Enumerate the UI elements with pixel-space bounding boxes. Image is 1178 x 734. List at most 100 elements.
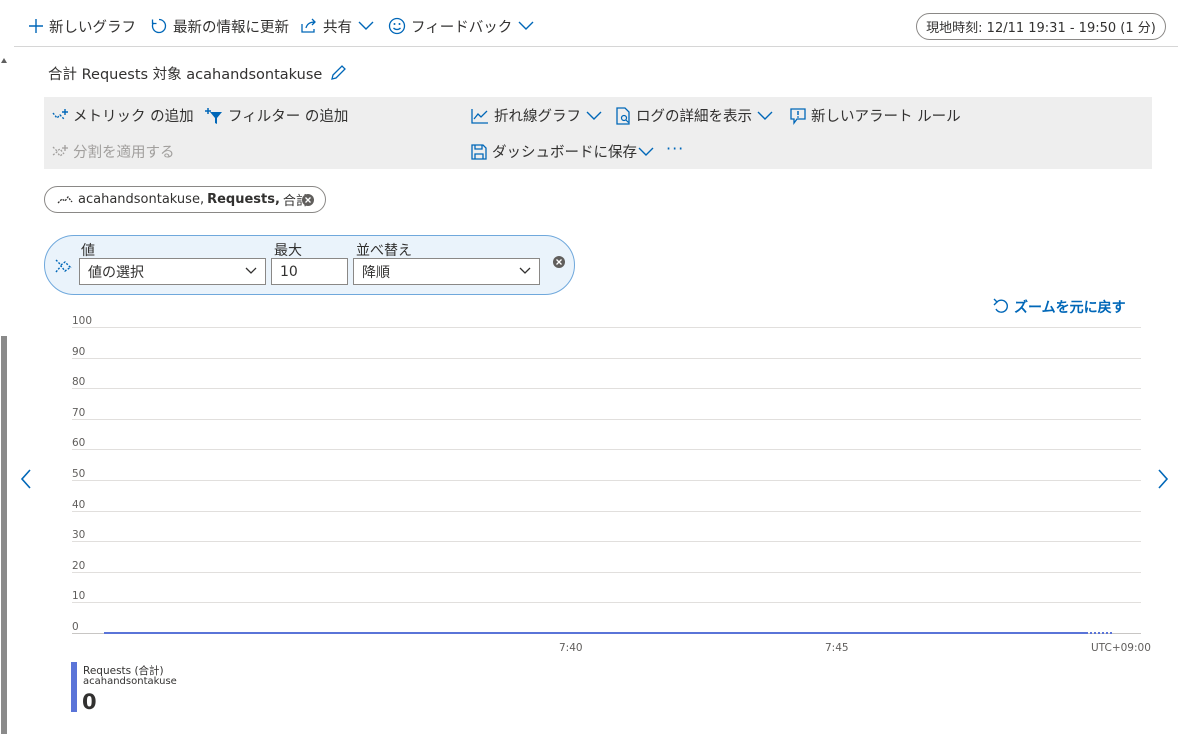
reset-zoom-label: ズームを元に戻す bbox=[1014, 300, 1126, 316]
legend-value: 0 bbox=[82, 690, 97, 714]
x-tick-label: 7:40 bbox=[559, 642, 583, 654]
chart-type-label: 折れ線グラフ bbox=[494, 109, 581, 125]
top-toolbar: 新しいグラフ 最新の情報に更新 共有 フィードバック 現地時刻: 12/11 1… bbox=[14, 0, 1178, 47]
split-icon bbox=[52, 144, 68, 157]
sort-label: 並べ替え bbox=[356, 243, 412, 259]
gridline bbox=[72, 388, 1141, 389]
timezone-label: UTC+09:00 bbox=[1091, 642, 1151, 654]
gridline bbox=[72, 572, 1141, 573]
values-select[interactable]: 値の選択 bbox=[79, 258, 266, 285]
chart-command-bar: メトリック の追加 フィルター の追加 分割を適用する 折れ線グラフ ログの詳細… bbox=[44, 97, 1152, 169]
gridline bbox=[72, 602, 1141, 603]
scrollbar-thumb[interactable] bbox=[1, 336, 7, 734]
chart-type-button[interactable]: 折れ線グラフ bbox=[470, 105, 602, 126]
y-tick-label: 50 bbox=[72, 468, 86, 480]
series-line-dotted-tail bbox=[1090, 632, 1112, 634]
gridline bbox=[72, 541, 1141, 542]
split-panel: 値 値の選択 最大 10 並べ替え 降順 bbox=[44, 235, 575, 295]
scroll-up-arrow[interactable] bbox=[1, 58, 7, 63]
plus-icon bbox=[29, 19, 43, 33]
share-button[interactable]: 共有 bbox=[300, 15, 374, 37]
y-tick-label: 40 bbox=[72, 499, 86, 511]
add-metric-label: メトリック の追加 bbox=[73, 109, 194, 125]
new-alert-rule-button[interactable]: 新しいアラート ルール bbox=[789, 105, 961, 126]
metric-line-icon bbox=[57, 195, 73, 203]
y-tick-label: 30 bbox=[72, 529, 86, 541]
save-to-dashboard-button[interactable]: ダッシュボードに保存 bbox=[470, 141, 654, 162]
y-tick-label: 60 bbox=[72, 437, 86, 449]
y-tick-label: 100 bbox=[72, 315, 93, 327]
save-icon bbox=[471, 143, 487, 160]
y-tick-label: 80 bbox=[72, 376, 86, 388]
refresh-icon bbox=[151, 18, 167, 34]
y-tick-label: 10 bbox=[72, 590, 86, 602]
gridline bbox=[72, 327, 1141, 328]
metric-pill[interactable]: acahandsontakuse, Requests, 合計 bbox=[44, 186, 326, 213]
apply-split-label: 分割を適用する bbox=[73, 145, 175, 161]
line-chart-icon bbox=[471, 108, 488, 124]
add-filter-label: フィルター の追加 bbox=[228, 109, 349, 125]
smiley-icon bbox=[388, 17, 406, 35]
values-select-text: 値の選択 bbox=[88, 264, 144, 281]
max-input[interactable]: 10 bbox=[271, 258, 348, 285]
add-metric-button[interactable]: メトリック の追加 bbox=[51, 105, 194, 126]
chart-title: 合計 Requests 対象 acahandsontakuse bbox=[48, 63, 347, 83]
metric-name: Requests, bbox=[207, 192, 280, 207]
view-logs-button[interactable]: ログの詳細を表示 bbox=[614, 105, 773, 126]
edit-pencil-icon[interactable] bbox=[329, 64, 347, 82]
add-filter-button[interactable]: フィルター の追加 bbox=[204, 105, 348, 126]
y-tick-label: 20 bbox=[72, 560, 86, 572]
max-input-value: 10 bbox=[280, 263, 298, 280]
gridline bbox=[72, 480, 1141, 481]
share-icon bbox=[301, 18, 316, 33]
legend-color-bar bbox=[71, 662, 77, 712]
close-icon[interactable] bbox=[552, 255, 566, 269]
chevron-down-icon bbox=[638, 147, 654, 156]
chevron-left-icon[interactable] bbox=[20, 468, 32, 490]
chevron-down-icon bbox=[586, 111, 602, 120]
x-tick-label: 7:45 bbox=[825, 642, 849, 654]
gridline bbox=[72, 358, 1141, 359]
values-label: 値 bbox=[81, 243, 95, 259]
close-icon[interactable] bbox=[301, 193, 315, 207]
chevron-down-icon bbox=[518, 21, 534, 30]
view-logs-label: ログの詳細を表示 bbox=[636, 109, 752, 125]
chevron-right-icon[interactable] bbox=[1157, 468, 1169, 490]
metric-resource: acahandsontakuse, bbox=[78, 192, 205, 207]
undo-icon bbox=[993, 298, 1008, 313]
new-alert-rule-label: 新しいアラート ルール bbox=[811, 109, 961, 125]
sort-select-text: 降順 bbox=[362, 264, 390, 281]
feedback-button[interactable]: フィードバック bbox=[388, 15, 534, 37]
chevron-down-icon bbox=[358, 21, 374, 30]
new-chart-label: 新しいグラフ bbox=[49, 19, 136, 36]
series-line-requests bbox=[104, 632, 1088, 634]
y-tick-label: 90 bbox=[72, 346, 86, 358]
split-icon bbox=[55, 259, 72, 273]
gridline bbox=[72, 511, 1141, 512]
refresh-label: 最新の情報に更新 bbox=[173, 19, 289, 36]
feedback-label: フィードバック bbox=[411, 19, 513, 36]
more-options-button[interactable]: ··· bbox=[666, 139, 684, 158]
sort-select[interactable]: 降順 bbox=[353, 258, 540, 285]
refresh-button[interactable]: 最新の情報に更新 bbox=[150, 15, 289, 37]
chevron-down-icon bbox=[519, 267, 531, 274]
gridline bbox=[72, 449, 1141, 450]
max-label: 最大 bbox=[274, 243, 302, 259]
y-tick-label: 0 bbox=[72, 621, 79, 633]
reset-zoom-button[interactable]: ズームを元に戻す bbox=[992, 296, 1126, 318]
logs-icon bbox=[616, 106, 630, 125]
chevron-down-icon bbox=[757, 111, 773, 120]
chart-title-text: 合計 Requests 対象 acahandsontakuse bbox=[48, 66, 323, 83]
gridline bbox=[72, 419, 1141, 420]
add-metric-icon bbox=[52, 108, 68, 119]
apply-split-button[interactable]: 分割を適用する bbox=[51, 141, 175, 162]
y-tick-label: 70 bbox=[72, 407, 86, 419]
new-chart-button[interactable]: 新しいグラフ bbox=[28, 15, 136, 37]
share-label: 共有 bbox=[323, 19, 352, 36]
legend-resource: acahandsontakuse bbox=[83, 676, 177, 687]
time-range-picker[interactable]: 現地時刻: 12/11 19:31 - 19:50 (1 分) bbox=[916, 13, 1166, 40]
alert-icon bbox=[790, 107, 806, 125]
save-to-dashboard-label: ダッシュボードに保存 bbox=[492, 145, 637, 161]
chevron-down-icon bbox=[245, 267, 257, 274]
filter-icon bbox=[205, 107, 222, 124]
